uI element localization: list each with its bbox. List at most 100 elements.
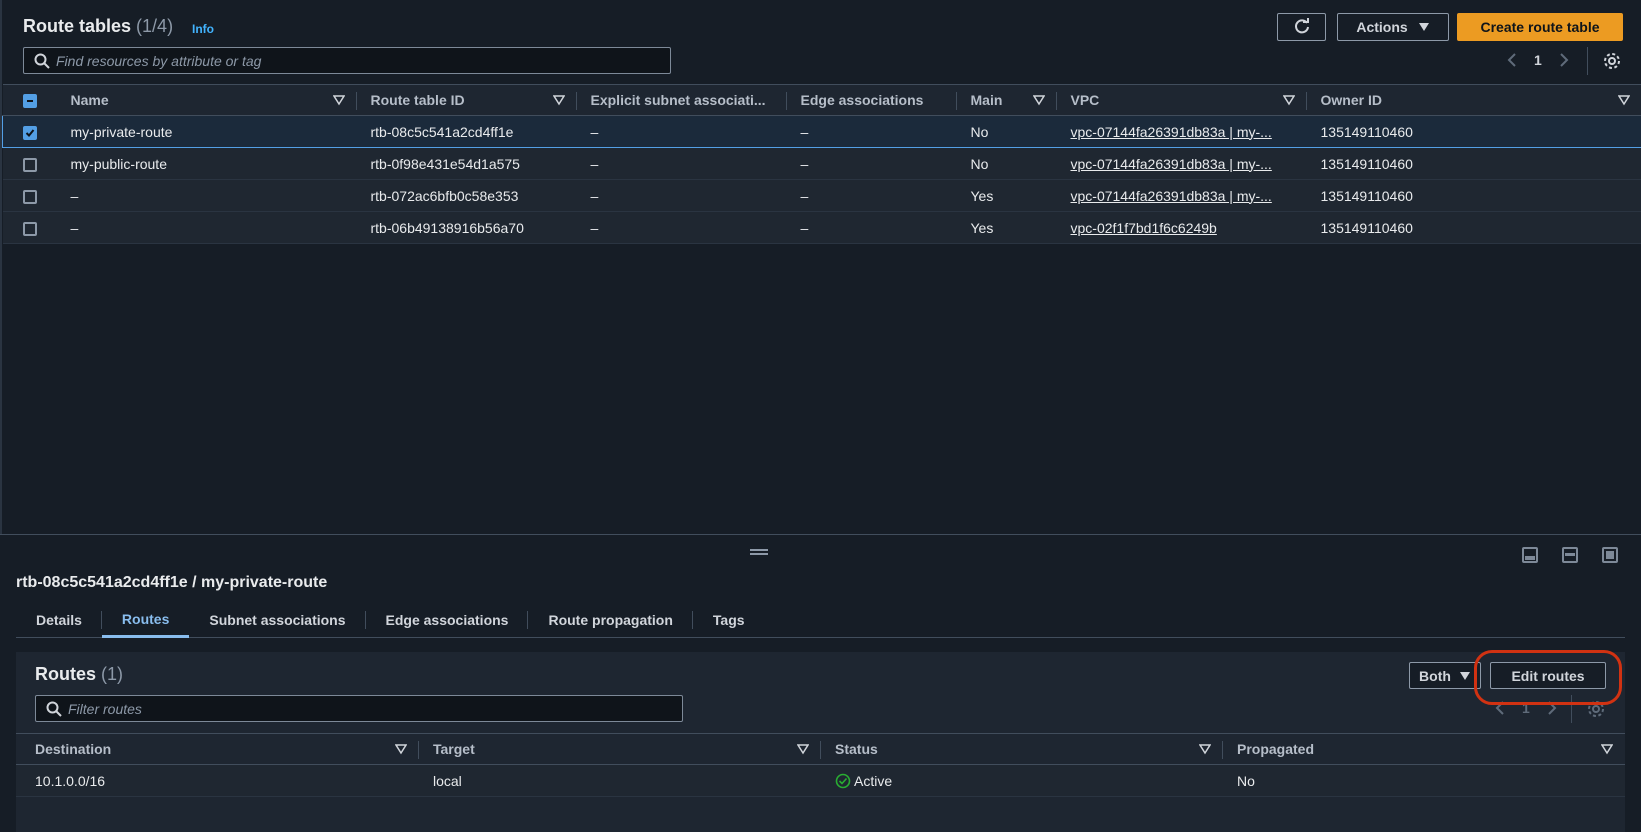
cell-vpc[interactable]: vpc-07144fa26391db83a | my-...	[1056, 147, 1307, 180]
cell-vpc[interactable]: vpc-07144fa26391db83a | my-...	[1056, 115, 1307, 148]
cell-propagated: No	[1223, 764, 1625, 797]
filter-placeholder: Filter routes	[68, 700, 142, 717]
table-row: 10.1.0.0/16 local Active No	[16, 764, 1625, 797]
info-link[interactable]: Info	[192, 22, 214, 36]
col-target-label: Target	[433, 741, 475, 757]
search-icon	[46, 701, 62, 717]
refresh-icon	[1294, 18, 1309, 34]
minus-icon	[26, 100, 33, 103]
col-edge-label: Edge associations	[800, 92, 924, 108]
tab-subnet-associations[interactable]: Subnet associations	[189, 602, 366, 638]
row-checkbox[interactable]	[22, 221, 37, 236]
table-row[interactable]: – rtb-072ac6bfb0c58e353 – – Yes vpc-0714…	[2, 179, 1641, 212]
col-status-label: Status	[835, 741, 878, 757]
cell-destination: 10.1.0.0/16	[16, 764, 419, 797]
select-all-checkbox[interactable]	[22, 94, 37, 109]
cell-main: Yes	[956, 179, 1057, 212]
tab-edge-associations[interactable]: Edge associations	[366, 602, 529, 638]
col-owner-label: Owner ID	[1320, 92, 1382, 108]
sort-down-icon	[797, 744, 809, 755]
routes-title: Routes (1)	[35, 664, 123, 685]
col-edge-associations[interactable]: Edge associations	[786, 84, 957, 116]
check-icon	[25, 129, 35, 137]
page-title: Route tables (1/4)	[23, 16, 173, 37]
cell-route-table-id[interactable]: rtb-072ac6bfb0c58e353	[356, 179, 577, 212]
actions-button[interactable]: Actions	[1337, 13, 1449, 41]
table-row[interactable]: my-private-route rtb-08c5c541a2cd4ff1e –…	[2, 115, 1641, 148]
cell-subnet: –	[576, 115, 787, 148]
route-filter-select[interactable]: Both	[1409, 662, 1481, 689]
row-checkbox[interactable]	[22, 189, 37, 204]
cell-route-table-id[interactable]: rtb-0f98e431e54d1a575	[356, 147, 577, 180]
tab-route-propagation[interactable]: Route propagation	[528, 602, 693, 638]
page: Route tables (1/4) Info Actions Create r…	[0, 0, 1641, 832]
route-tables-table: Name Route table ID Explicit subnet asso…	[2, 84, 1641, 244]
cell-name: –	[56, 211, 357, 244]
cell-owner: 135149110460	[1306, 115, 1641, 148]
drag-handle-icon[interactable]	[750, 549, 768, 555]
cell-vpc[interactable]: vpc-07144fa26391db83a | my-...	[1056, 179, 1307, 212]
cell-name: –	[56, 179, 357, 212]
filter-routes-input[interactable]: Filter routes	[35, 695, 683, 722]
panel-full-icon[interactable]	[1602, 547, 1618, 563]
col-main[interactable]: Main	[956, 84, 1057, 116]
sort-down-icon	[552, 95, 565, 106]
row-checkbox[interactable]	[23, 125, 37, 140]
split-divider[interactable]	[0, 534, 1641, 535]
tab-details[interactable]: Details	[16, 602, 102, 638]
row-checkbox-cell	[2, 179, 57, 212]
col-vpc[interactable]: VPC	[1056, 84, 1307, 116]
routes-count: (1)	[101, 664, 124, 684]
cell-subnet: –	[576, 211, 787, 244]
col-route-table-id[interactable]: Route table ID	[356, 84, 577, 116]
tab-tags[interactable]: Tags	[693, 602, 765, 638]
sort-down-icon	[1617, 95, 1630, 106]
resource-search-input[interactable]: Find resources by attribute or tag	[23, 47, 671, 74]
table-header: Destination Target Status Propagated	[16, 733, 1625, 765]
tab-label: Route propagation	[548, 612, 673, 628]
sort-down-icon	[1601, 744, 1613, 755]
detail-title: rtb-08c5c541a2cd4ff1e / my-private-route	[16, 574, 328, 591]
page-title-text: Route tables	[23, 16, 132, 36]
cell-route-table-id[interactable]: rtb-08c5c541a2cd4ff1e	[356, 115, 577, 148]
cell-edge: –	[786, 115, 957, 148]
search-placeholder: Find resources by attribute or tag	[56, 52, 262, 69]
panel-bottom-icon[interactable]	[1522, 547, 1538, 563]
cell-main: No	[956, 115, 1057, 148]
cell-vpc[interactable]: vpc-02f1f7bd1f6c6249b	[1056, 211, 1307, 244]
cell-main: Yes	[956, 211, 1057, 244]
tab-label: Details	[36, 612, 82, 628]
row-checkbox[interactable]	[22, 157, 37, 172]
cell-name: my-public-route	[56, 147, 357, 180]
chevron-left-icon[interactable]	[1506, 52, 1518, 68]
tab-routes[interactable]: Routes	[101, 602, 190, 638]
table-header: Name Route table ID Explicit subnet asso…	[2, 84, 1641, 116]
table-row[interactable]: – rtb-06b49138916b56a70 – – Yes vpc-02f1…	[2, 211, 1641, 244]
cell-target: local	[419, 764, 821, 797]
cell-route-table-id[interactable]: rtb-06b49138916b56a70	[356, 211, 577, 244]
cell-subnet: –	[576, 147, 787, 180]
cell-edge: –	[786, 211, 957, 244]
panel-side-icon[interactable]	[1562, 547, 1578, 563]
refresh-button[interactable]	[1277, 13, 1326, 41]
col-explicit-subnet[interactable]: Explicit subnet associati...	[576, 84, 787, 116]
create-route-table-button[interactable]: Create route table	[1457, 13, 1623, 41]
cell-main: No	[956, 147, 1057, 180]
pagination: 1	[1506, 52, 1570, 68]
col-target[interactable]: Target	[419, 733, 821, 765]
sort-down-icon	[1032, 95, 1045, 106]
cell-owner: 135149110460	[1306, 211, 1641, 244]
chevron-right-icon[interactable]	[1558, 52, 1570, 68]
col-owner-id[interactable]: Owner ID	[1306, 84, 1641, 116]
table-row[interactable]: my-public-route rtb-0f98e431e54d1a575 – …	[2, 147, 1641, 180]
tab-label: Tags	[712, 612, 745, 628]
gear-icon[interactable]	[1602, 51, 1622, 71]
col-destination[interactable]: Destination	[16, 733, 419, 765]
cell-owner: 135149110460	[1306, 147, 1641, 180]
col-status[interactable]: Status	[821, 733, 1223, 765]
highlight-annotation	[1474, 650, 1622, 705]
page-number[interactable]: 1	[1534, 52, 1542, 68]
check-circle-icon	[835, 773, 851, 788]
col-name[interactable]: Name	[56, 84, 357, 116]
col-propagated[interactable]: Propagated	[1223, 733, 1625, 765]
